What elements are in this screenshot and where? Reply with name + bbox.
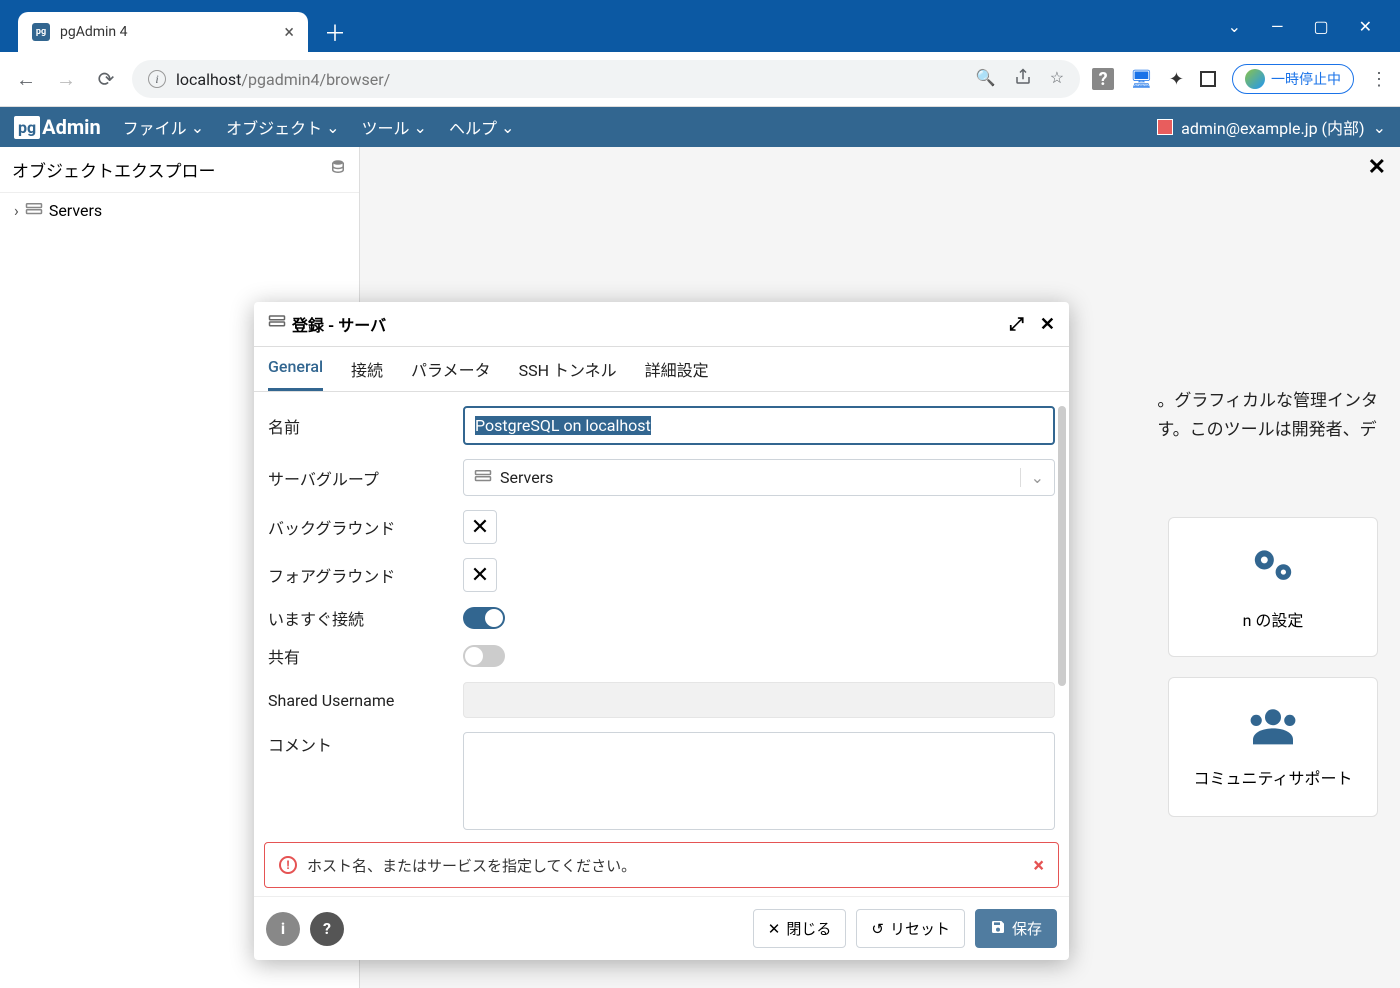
menu-object[interactable]: オブジェクト ⌄ (226, 115, 339, 139)
tab-connection[interactable]: 接続 (351, 347, 383, 391)
dialog-close-icon[interactable]: ✕ (1040, 314, 1055, 335)
close-icon: ✕ (768, 920, 781, 938)
database-icon (268, 314, 286, 334)
tab-parameters[interactable]: パラメータ (411, 347, 491, 391)
comment-textarea[interactable] (463, 732, 1055, 830)
tab-close-icon[interactable]: × (284, 22, 294, 43)
server-group-icon (474, 468, 492, 487)
window-close-icon[interactable]: ✕ (1359, 17, 1372, 36)
reader-icon[interactable] (1200, 71, 1216, 87)
user-menu[interactable]: admin@example.jp (内部) ⌄ (1157, 115, 1386, 139)
tab-favicon: pg (32, 23, 50, 41)
save-icon (990, 919, 1006, 939)
window-dropdown-icon[interactable]: ⌄ (1228, 17, 1241, 36)
site-info-icon[interactable]: i (148, 70, 166, 88)
panel-close-icon[interactable]: ✕ (1368, 155, 1386, 180)
dialog-maximize-icon[interactable]: ⤢ (1010, 314, 1024, 335)
label-comment: コメント (268, 732, 463, 756)
tree-item-servers[interactable]: › Servers (0, 193, 359, 228)
new-tab-button[interactable]: ＋ (324, 16, 346, 48)
scrollbar[interactable] (1058, 406, 1066, 686)
tab-ssh[interactable]: SSH トンネル (519, 347, 617, 391)
background-text: 。グラフィカルな管理インタ す。このツールは開発者、デ (1157, 387, 1378, 445)
chevron-down-icon: ⌄ (1020, 468, 1044, 487)
sidebar-tool-icon[interactable] (329, 158, 347, 181)
nav-back-button[interactable]: ← (12, 67, 40, 92)
label-background: バックグラウンド (268, 515, 463, 539)
shared-username-input[interactable] (463, 682, 1055, 718)
error-close-icon[interactable]: × (1033, 853, 1044, 877)
save-button[interactable]: 保存 (975, 909, 1057, 948)
url-input[interactable]: i localhost/pgadmin4/browser/ 🔍 ☆ (132, 60, 1080, 98)
reset-icon: ↺ (871, 920, 884, 938)
nav-reload-button[interactable]: ⟳ (92, 67, 120, 91)
menu-file[interactable]: ファイル ⌄ (123, 115, 204, 139)
zoom-icon[interactable]: 🔍 (976, 68, 996, 90)
browser-tab[interactable]: pg pgAdmin 4 × (18, 12, 308, 53)
label-server-group: サーバグループ (268, 466, 463, 490)
error-icon: ! (279, 856, 297, 874)
nav-forward-button[interactable]: → (52, 67, 80, 92)
kebab-menu-icon[interactable]: ⋮ (1370, 69, 1388, 90)
label-name: 名前 (268, 414, 463, 438)
caret-right-icon: › (14, 201, 19, 220)
profile-pause-badge[interactable]: 一時停止中 (1232, 64, 1354, 94)
help-button[interactable]: ? (310, 912, 344, 946)
dialog-title: 登録 - サーバ (292, 312, 386, 336)
register-server-dialog: 登録 - サーバ ⤢ ✕ General 接続 パラメータ SSH トンネル 詳… (254, 302, 1069, 960)
sidebar-header: オブジェクトエクスプロー (0, 147, 359, 193)
tab-general[interactable]: General (268, 347, 323, 391)
gear-icon (1247, 544, 1299, 597)
close-button[interactable]: ✕ 閉じる (753, 909, 847, 948)
window-minimize-icon[interactable]: — (1271, 17, 1284, 36)
avatar-icon (1245, 69, 1265, 89)
reset-button[interactable]: ↺ リセット (856, 909, 965, 948)
ext-screen-icon[interactable]: 🖥 (1130, 69, 1153, 90)
background-color-clear[interactable]: ✕ (463, 510, 497, 544)
window-maximize-icon[interactable]: ▢ (1313, 17, 1328, 36)
user-icon (1157, 119, 1173, 135)
error-message: ! ホスト名、またはサービスを指定してください。 × (264, 842, 1059, 888)
foreground-color-clear[interactable]: ✕ (463, 558, 497, 592)
users-icon (1245, 706, 1301, 755)
connect-now-toggle[interactable] (463, 607, 505, 629)
menu-help[interactable]: ヘルプ ⌄ (449, 115, 514, 139)
ext-help-icon[interactable]: ? (1092, 68, 1114, 90)
card-settings[interactable]: n の設定 (1168, 517, 1378, 657)
label-foreground: フォアグラウンド (268, 563, 463, 587)
tab-title: pgAdmin 4 (60, 24, 128, 40)
name-input[interactable]: PostgreSQL on localhost (463, 406, 1055, 445)
info-button[interactable]: i (266, 912, 300, 946)
label-shared: 共有 (268, 644, 463, 668)
label-shared-username: Shared Username (268, 691, 463, 710)
share-icon[interactable] (1014, 68, 1032, 90)
shared-toggle[interactable] (463, 645, 505, 667)
server-group-icon (25, 201, 43, 220)
bookmark-icon[interactable]: ☆ (1050, 68, 1064, 90)
url-text: localhost/pgadmin4/browser/ (176, 70, 390, 89)
tab-advanced[interactable]: 詳細設定 (645, 347, 709, 391)
extensions-icon[interactable]: ✦ (1169, 69, 1184, 90)
server-group-select[interactable]: Servers ⌄ (463, 459, 1055, 496)
card-community[interactable]: コミュニティサポート (1168, 677, 1378, 817)
label-connect-now: いますぐ接続 (268, 606, 463, 630)
pgadmin-logo: pgAdmin (14, 115, 101, 139)
menu-tool[interactable]: ツール ⌄ (362, 115, 427, 139)
